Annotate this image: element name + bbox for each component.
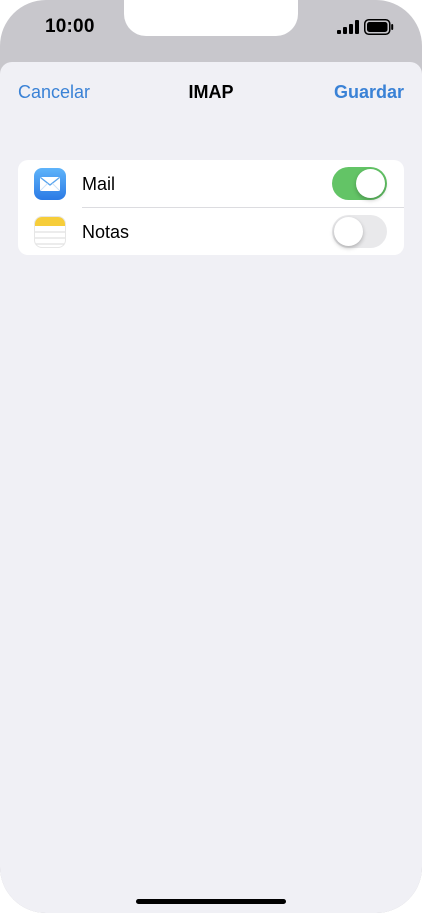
battery-icon [364,19,394,35]
device-frame: 10:00 Cancelar IMAP Guardar Mail Notas [0,0,422,913]
save-button[interactable]: Guardar [334,82,404,103]
notas-label: Notas [82,222,130,242]
notes-icon [34,216,66,248]
notas-toggle-knob [334,217,363,246]
navigation-bar: Cancelar IMAP Guardar [0,62,422,122]
cellular-signal-icon [337,20,359,34]
settings-row-mail: Mail [18,160,404,207]
status-bar: 10:00 [0,0,422,62]
settings-group: Mail Notas [18,160,404,255]
mail-toggle-knob [356,169,385,198]
status-time: 10:00 [45,16,95,37]
settings-row-notas: Notas [18,208,404,255]
imap-settings-sheet: Cancelar IMAP Guardar Mail Notas [0,62,422,913]
home-indicator[interactable] [136,899,286,904]
notas-toggle[interactable] [332,215,387,248]
mail-toggle[interactable] [332,167,387,200]
notch [124,0,298,36]
mail-icon [34,168,66,200]
mail-label: Mail [82,174,116,194]
